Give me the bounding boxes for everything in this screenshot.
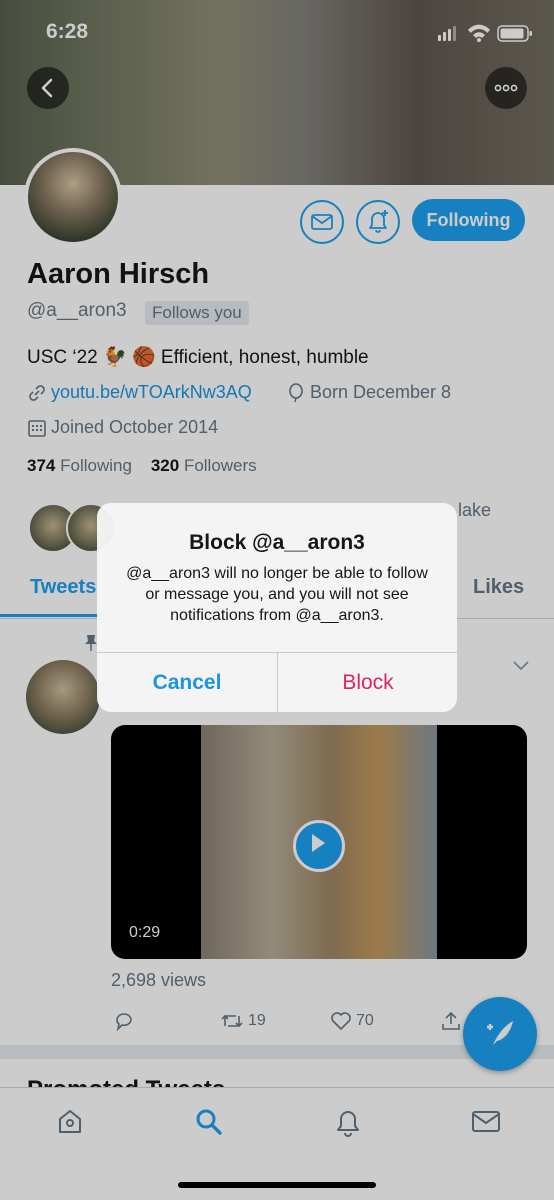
block-alert-dialog: Block @a__aron3 @a__aron3 will no longer… [97, 503, 457, 712]
alert-message: @a__aron3 will no longer be able to foll… [126, 565, 428, 624]
block-button[interactable]: Block [278, 653, 457, 712]
alert-title: Block @a__aron3 [189, 531, 365, 554]
cancel-button[interactable]: Cancel [97, 653, 277, 712]
home-indicator [178, 1182, 376, 1188]
